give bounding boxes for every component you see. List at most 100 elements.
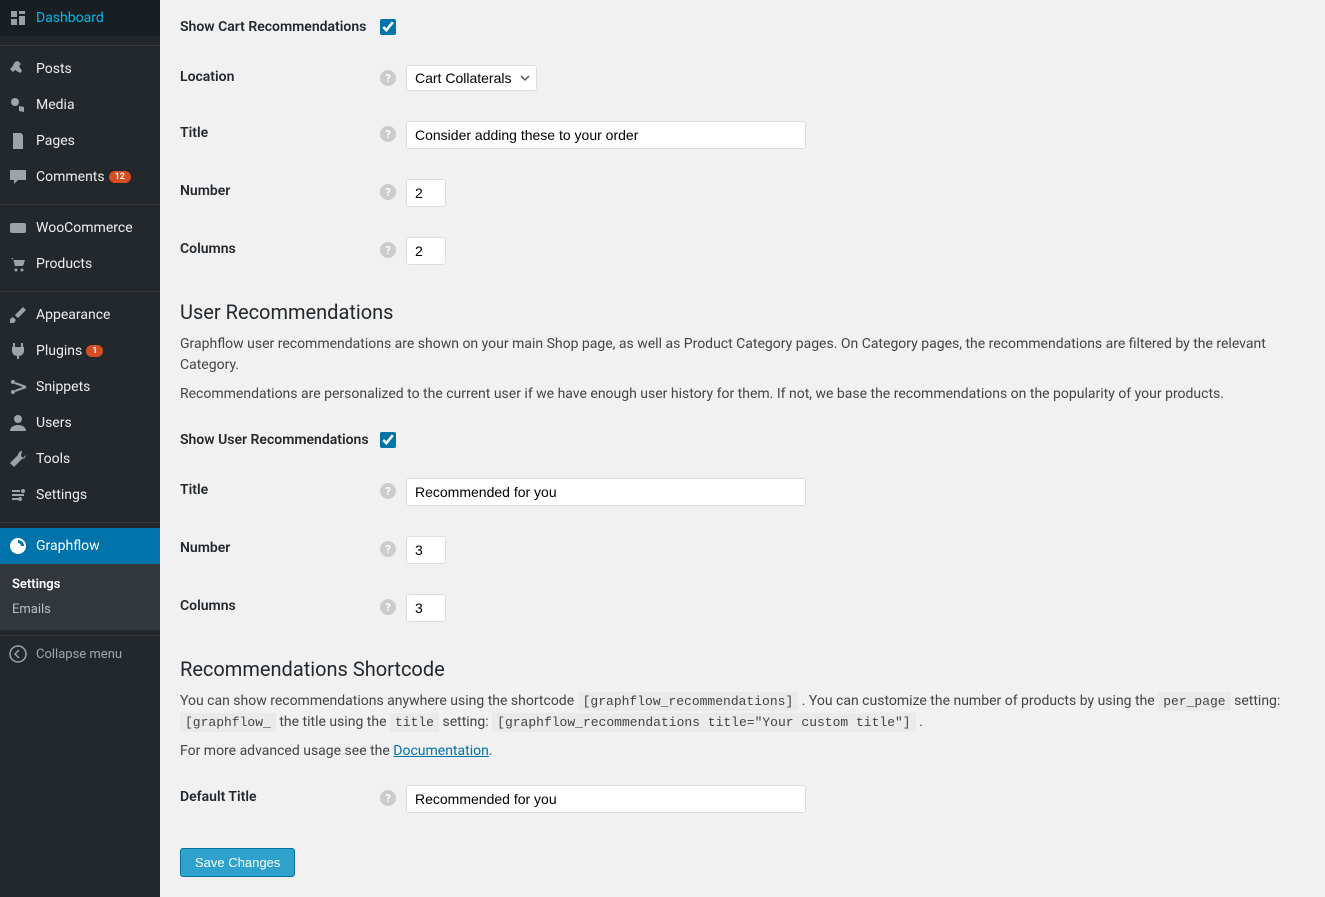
shortcode-heading: Recommendations Shortcode (180, 657, 1305, 681)
sidebar-item-posts[interactable]: Posts (0, 51, 160, 87)
text: setting: (1234, 693, 1280, 709)
show-cart-rec-label: Show Cart Recommendations (180, 15, 380, 35)
cart-title-label: Title (180, 121, 380, 141)
separator (0, 518, 160, 523)
separator (0, 287, 160, 292)
sidebar-item-tools[interactable]: Tools (0, 441, 160, 477)
row-show-user-rec: Show User Recommendations (180, 413, 1305, 463)
row-show-cart-rec: Show Cart Recommendations (180, 0, 1305, 50)
sidebar-label: Comments (36, 169, 105, 185)
help-icon[interactable]: ? (380, 242, 396, 258)
scissors-icon (8, 377, 28, 397)
cart-title-input[interactable] (406, 121, 806, 149)
sidebar-item-comments[interactable]: Comments 12 (0, 159, 160, 195)
text: . (919, 714, 923, 730)
admin-sidebar: Dashboard Posts Media Pages Comments 12 … (0, 0, 160, 897)
sidebar-item-media[interactable]: Media (0, 87, 160, 123)
row-user-columns: Columns ? (180, 579, 1305, 637)
location-select[interactable]: Cart Collaterals (406, 65, 537, 91)
settings-content: Show Cart Recommendations Location ? Car… (160, 0, 1325, 897)
save-button[interactable]: Save Changes (180, 848, 295, 877)
sidebar-item-settings[interactable]: Settings (0, 477, 160, 513)
plug-icon (8, 341, 28, 361)
user-icon (8, 413, 28, 433)
sidebar-label: Graphflow (36, 538, 100, 554)
sidebar-item-users[interactable]: Users (0, 405, 160, 441)
show-cart-rec-checkbox[interactable] (380, 19, 396, 35)
wrench-icon (8, 449, 28, 469)
pin-icon (8, 59, 28, 79)
separator (0, 41, 160, 46)
sidebar-label: Settings (36, 487, 87, 503)
sidebar-item-dashboard[interactable]: Dashboard (0, 0, 160, 36)
help-icon[interactable]: ? (380, 184, 396, 200)
sidebar-label: Dashboard (36, 10, 104, 26)
row-user-title: Title ? (180, 463, 1305, 521)
sidebar-label: Appearance (36, 307, 110, 323)
sidebar-item-snippets[interactable]: Snippets (0, 369, 160, 405)
user-title-input[interactable] (406, 478, 806, 506)
cart-number-label: Number (180, 179, 380, 199)
pages-icon (8, 131, 28, 151)
cart-columns-input[interactable] (406, 237, 446, 265)
help-icon[interactable]: ? (380, 70, 396, 86)
row-cart-columns: Columns ? (180, 222, 1305, 280)
collapse-label: Collapse menu (36, 647, 122, 662)
documentation-link[interactable]: Documentation (393, 743, 489, 759)
row-cart-title: Title ? (180, 106, 1305, 164)
default-title-input[interactable] (406, 785, 806, 813)
help-icon[interactable]: ? (380, 790, 396, 806)
shortcode-code: [graphflow_recommendations] (578, 692, 799, 711)
submenu: Settings Emails (0, 564, 160, 630)
help-icon[interactable]: ? (380, 483, 396, 499)
collapse-icon (8, 644, 28, 664)
submenu-emails[interactable]: Emails (0, 597, 160, 622)
sidebar-item-woocommerce[interactable]: WooCommerce (0, 210, 160, 246)
sidebar-item-graphflow[interactable]: Graphflow (0, 528, 160, 564)
graphflow-icon (8, 536, 28, 556)
user-number-label: Number (180, 536, 380, 556)
location-label: Location (180, 65, 380, 85)
collapse-menu[interactable]: Collapse menu (0, 635, 160, 672)
row-default-title: Default Title ? (180, 770, 1305, 828)
sidebar-item-plugins[interactable]: Plugins 1 (0, 333, 160, 369)
help-icon[interactable]: ? (380, 541, 396, 557)
shortcode-code: title (390, 713, 439, 732)
user-columns-label: Columns (180, 594, 380, 614)
shortcode-p2: For more advanced usage see the Document… (180, 741, 1305, 762)
woo-icon (8, 218, 28, 238)
brush-icon (8, 305, 28, 325)
sidebar-label: Users (36, 415, 72, 431)
text: You can show recommendations anywhere us… (180, 693, 578, 709)
user-columns-input[interactable] (406, 594, 446, 622)
media-icon (8, 95, 28, 115)
sidebar-item-appearance[interactable]: Appearance (0, 297, 160, 333)
sidebar-label: Snippets (36, 379, 90, 395)
separator (0, 200, 160, 205)
dashboard-icon (8, 8, 28, 28)
sidebar-label: Posts (36, 61, 72, 77)
user-rec-heading: User Recommendations (180, 300, 1305, 324)
shortcode-p1: You can show recommendations anywhere us… (180, 691, 1305, 733)
settings-icon (8, 485, 28, 505)
show-user-rec-checkbox[interactable] (380, 432, 396, 448)
help-icon[interactable]: ? (380, 126, 396, 142)
default-title-label: Default Title (180, 785, 380, 805)
cart-number-input[interactable] (406, 179, 446, 207)
comments-badge: 12 (109, 171, 131, 183)
row-cart-number: Number ? (180, 164, 1305, 222)
plugins-badge: 1 (86, 345, 103, 357)
comment-icon (8, 167, 28, 187)
help-icon[interactable]: ? (380, 599, 396, 615)
row-user-number: Number ? (180, 521, 1305, 579)
sidebar-item-pages[interactable]: Pages (0, 123, 160, 159)
user-rec-desc2: Recommendations are personalized to the … (180, 384, 1305, 405)
text: the title using the (279, 714, 390, 730)
cart-icon (8, 254, 28, 274)
user-number-input[interactable] (406, 536, 446, 564)
submenu-settings[interactable]: Settings (0, 572, 160, 597)
shortcode-code: [graphflow_recommendations title="Your c… (492, 713, 915, 732)
sidebar-label: Tools (36, 451, 70, 467)
text: For more advanced usage see the (180, 743, 393, 759)
sidebar-item-products[interactable]: Products (0, 246, 160, 282)
